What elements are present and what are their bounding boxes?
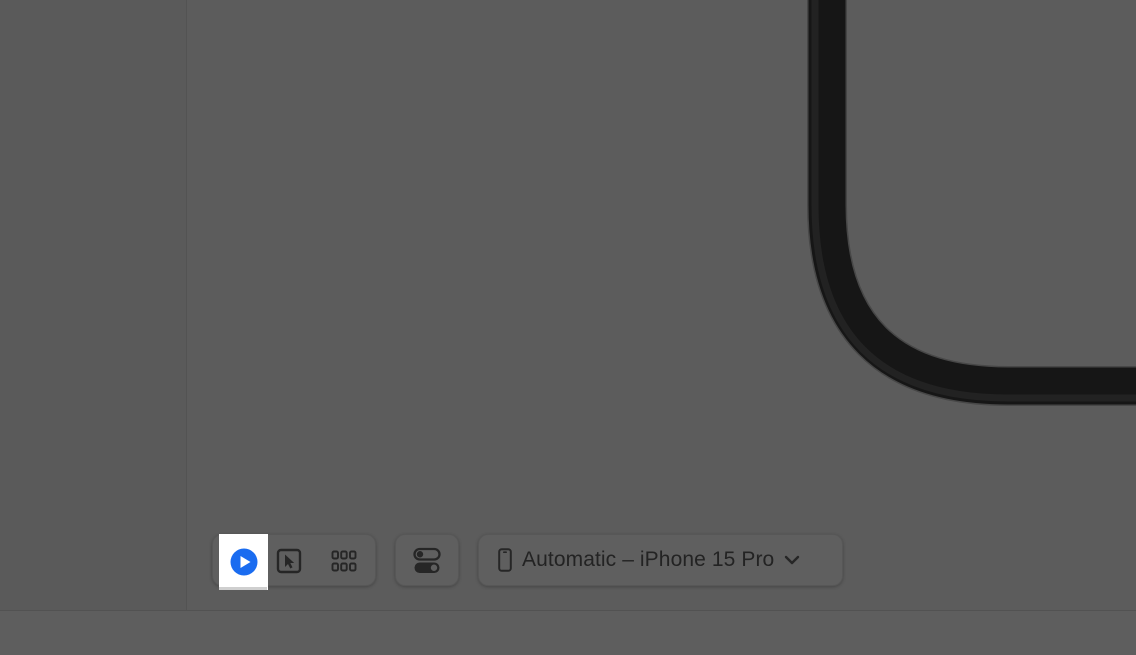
toggles-icon — [413, 547, 441, 573]
device-selector[interactable]: Automatic – iPhone 15 Pro — [479, 535, 842, 585]
chevron-down-icon — [784, 555, 800, 565]
left-pane — [0, 0, 187, 610]
live-mode-button[interactable] — [219, 534, 268, 590]
iphone-icon — [498, 548, 512, 572]
live-mode-indicator — [219, 587, 267, 590]
variants-grid-button[interactable] — [325, 535, 363, 587]
variants-button[interactable] — [396, 535, 458, 587]
device-label: Automatic – iPhone 15 Pro — [522, 548, 775, 571]
device-selector-toolbar: Automatic – iPhone 15 Pro — [478, 534, 843, 586]
grid-icon — [331, 550, 357, 572]
play-circle-icon — [230, 548, 257, 576]
bottom-status-bar — [0, 610, 1136, 655]
selectable-mode-button[interactable] — [273, 535, 305, 587]
cursor-select-icon — [276, 548, 302, 574]
variants-toolbar — [395, 534, 459, 586]
preview-canvas — [187, 0, 1136, 610]
